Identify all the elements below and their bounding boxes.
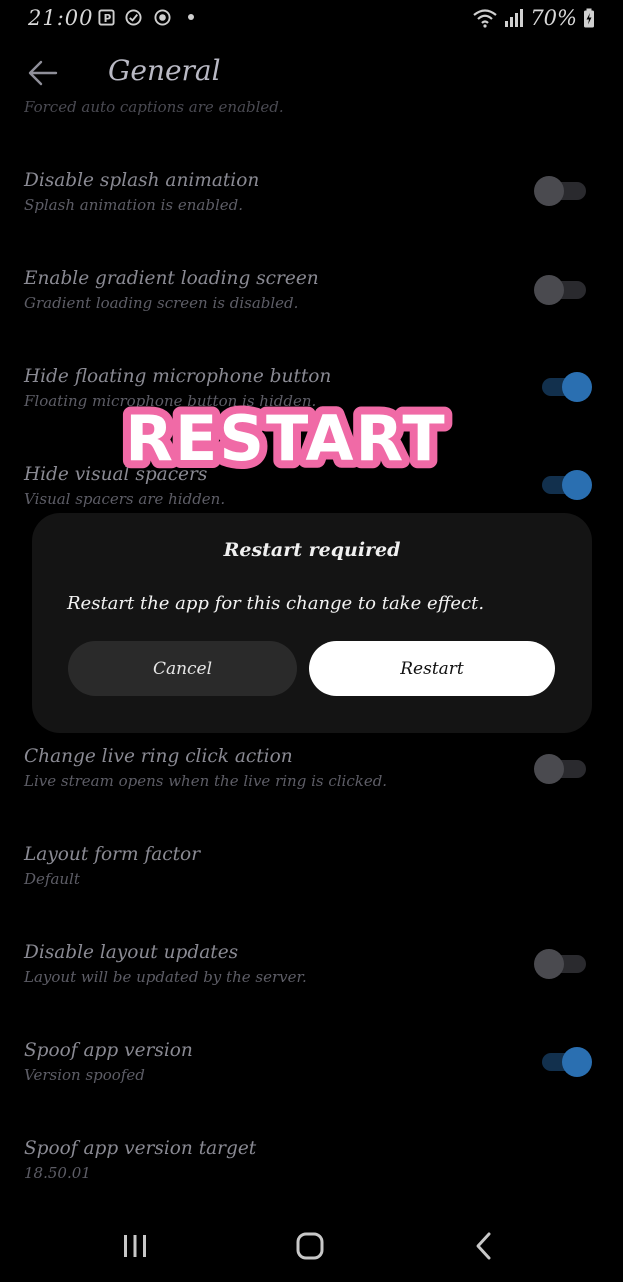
recents-icon[interactable] (117, 1230, 153, 1262)
setting-summary: Splash animation is enabled. (24, 196, 243, 214)
setting-change-live-ring-click-action[interactable]: Change live ring click action Live strea… (0, 746, 623, 826)
toggle-switch[interactable] (534, 467, 594, 503)
setting-title: Spoof app version target (24, 1138, 257, 1159)
setting-layout-form-factor[interactable]: Layout form factor Default (0, 844, 623, 924)
setting-title: Disable layout updates (24, 942, 239, 963)
dialog-message: Restart the app for this change to take … (67, 593, 485, 614)
restart-sticker: RESTART RESTART (117, 394, 452, 476)
setting-summary: Layout will be updated by the server. (24, 968, 307, 986)
toggle-switch[interactable] (534, 272, 594, 308)
setting-enable-gradient-loading-screen[interactable]: Enable gradient loading screen Gradient … (0, 268, 623, 348)
toggle-switch[interactable] (534, 751, 594, 787)
setting-spoof-app-version[interactable]: Spoof app version Version spoofed (0, 1040, 623, 1120)
dialog-title: Restart required (223, 539, 401, 561)
navigation-bar (0, 1210, 623, 1282)
setting-summary: Default (24, 870, 80, 888)
setting-summary: Gradient loading screen is disabled. (24, 294, 299, 312)
arrow-left-icon[interactable] (26, 56, 60, 90)
svg-text:RESTART: RESTART (125, 402, 446, 475)
setting-title: Layout form factor (24, 844, 201, 865)
setting-summary: Live stream opens when the live ring is … (24, 772, 388, 790)
setting-disable-layout-updates[interactable]: Disable layout updates Layout will be up… (0, 942, 623, 1022)
setting-title: Disable splash animation (24, 170, 260, 191)
restart-button[interactable]: Restart (309, 641, 555, 696)
back-icon[interactable] (466, 1230, 502, 1262)
home-icon[interactable] (292, 1230, 328, 1262)
restart-dialog: Restart required Restart the app for thi… (32, 513, 592, 733)
setting-disable-splash-animation[interactable]: Disable splash animation Splash animatio… (0, 170, 623, 250)
setting-spoof-app-version-target[interactable]: Spoof app version target 18.50.01 (0, 1138, 623, 1218)
toggle-switch[interactable] (534, 946, 594, 982)
setting-title: Change live ring click action (24, 746, 293, 767)
toggle-switch[interactable] (534, 369, 594, 405)
toggle-switch[interactable] (534, 1044, 594, 1080)
setting-title: Hide floating microphone button (24, 366, 332, 387)
setting-title: Spoof app version (24, 1040, 193, 1061)
setting-summary: Visual spacers are hidden. (24, 490, 226, 508)
setting-summary: Version spoofed (24, 1066, 145, 1084)
app-bar: General (0, 44, 623, 104)
setting-summary: 18.50.01 (24, 1164, 91, 1182)
setting-title: Enable gradient loading screen (24, 268, 319, 289)
toggle-switch[interactable] (534, 173, 594, 209)
cancel-button[interactable]: Cancel (68, 641, 297, 696)
page-title: General (108, 54, 221, 87)
